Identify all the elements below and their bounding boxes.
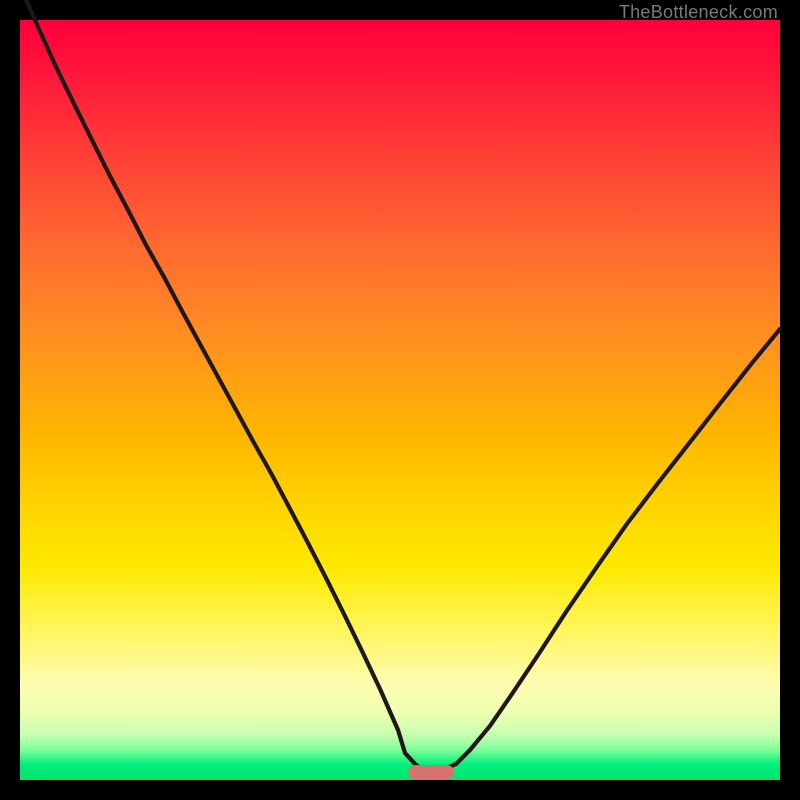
chart-container: TheBottleneck.com [0, 0, 800, 800]
plot-area [20, 20, 780, 780]
curve-path [20, 0, 780, 772]
bottleneck-curve [20, 20, 780, 780]
minimum-marker [408, 765, 454, 779]
